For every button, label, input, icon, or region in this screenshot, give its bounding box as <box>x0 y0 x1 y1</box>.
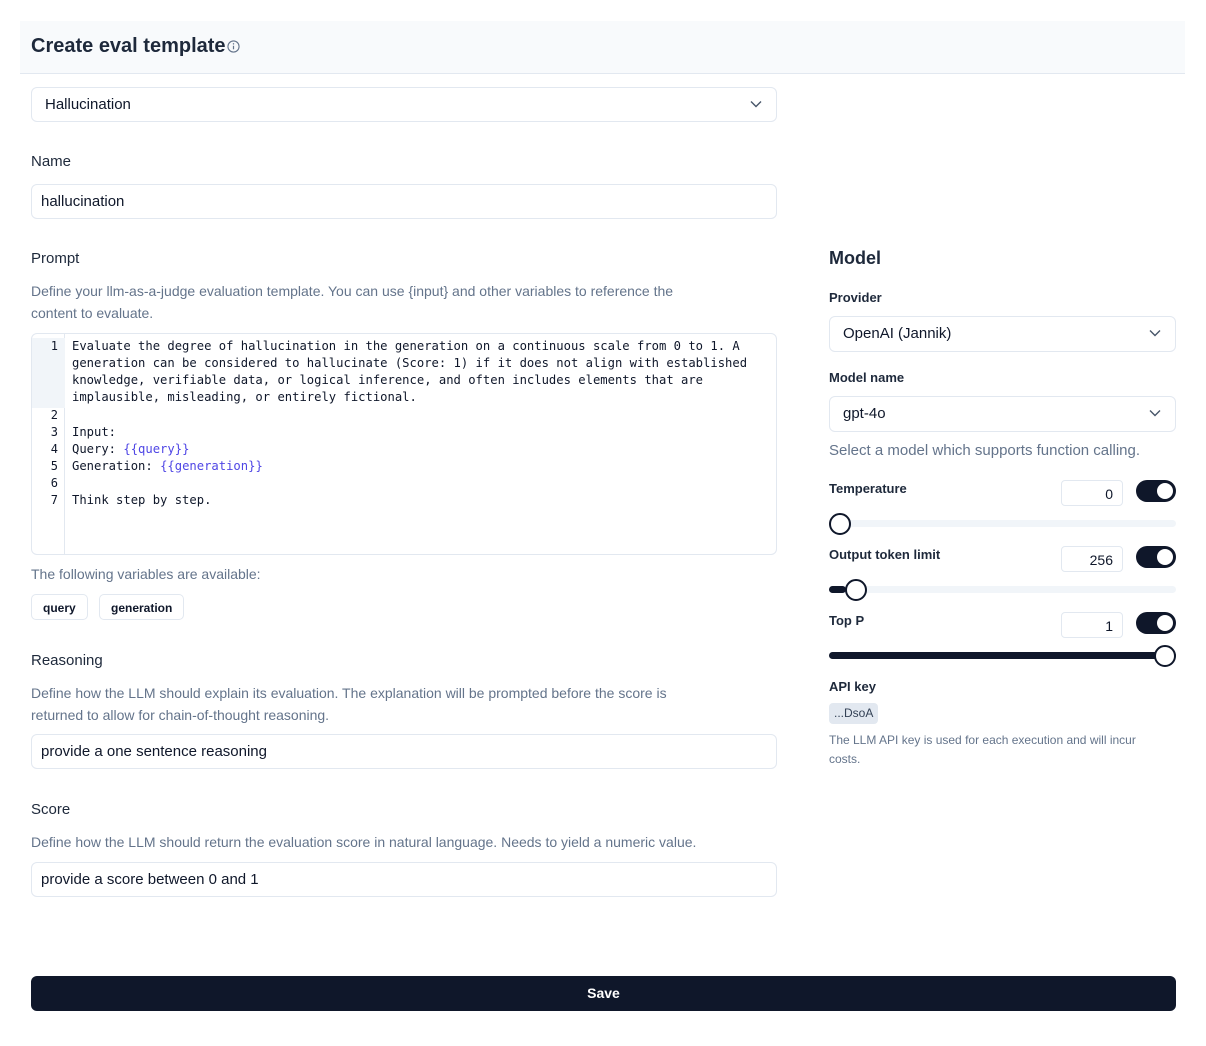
temperature-slider-thumb[interactable] <box>829 513 851 535</box>
code-line: knowledge, verifiable data, or logical i… <box>72 373 704 387</box>
model-hint: Select a model which supports function c… <box>829 442 1141 459</box>
line-number: 4 <box>50 442 58 456</box>
temperature-label: Temperature <box>829 481 907 496</box>
variable-chip-generation[interactable]: generation <box>99 594 185 620</box>
model-name-select[interactable]: gpt-4o <box>829 396 1176 432</box>
line-number: 5 <box>50 459 58 473</box>
toggle-knob <box>1157 615 1173 631</box>
temperature-slider-track[interactable] <box>829 520 1176 527</box>
code-line: Think step by step. <box>72 493 212 507</box>
top-p-slider-track[interactable] <box>829 652 1176 659</box>
template-select[interactable]: Hallucination <box>31 87 777 122</box>
line-number: 3 <box>50 425 58 439</box>
reasoning-input[interactable]: provide a one sentence reasoning <box>31 734 777 769</box>
top-p-slider-fill <box>829 652 1176 659</box>
top-p-slider-thumb[interactable] <box>1154 645 1176 667</box>
code-line: Input: <box>72 425 117 439</box>
temperature-input[interactable]: 0 <box>1061 480 1123 506</box>
toggle-knob <box>1157 549 1173 565</box>
score-description: Define how the LLM should return the eva… <box>31 834 697 850</box>
temperature-toggle[interactable] <box>1136 480 1176 502</box>
code-line: generation can be considered to hallucin… <box>72 356 748 370</box>
template-variable: {{query}} <box>123 442 190 456</box>
reasoning-description: Define how the LLM should explain its ev… <box>31 682 791 726</box>
page-header: Create eval template <box>20 21 1185 74</box>
score-label: Score <box>31 801 71 818</box>
reasoning-description-line: Define how the LLM should explain its ev… <box>31 685 667 701</box>
template-variable: {{generation}} <box>160 459 263 473</box>
line-number: 2 <box>50 408 58 422</box>
code-line: Generation: {{generation}} <box>72 458 263 475</box>
code-line: Evaluate the degree of hallucination in … <box>72 339 740 353</box>
score-input[interactable]: provide a score between 0 and 1 <box>31 862 777 897</box>
code-line: implausible, misleading, or entirely fic… <box>72 390 417 404</box>
line-number: 1 <box>50 339 58 353</box>
output-token-limit-input[interactable]: 256 <box>1061 546 1123 572</box>
code-line: Query: {{query}} <box>72 441 189 458</box>
model-title: Model <box>829 248 881 268</box>
provider-select-value: OpenAI (Jannik) <box>843 325 952 342</box>
save-button[interactable]: Save <box>31 976 1176 1011</box>
template-select-value: Hallucination <box>45 96 131 113</box>
api-key-description-line: costs. <box>829 752 861 766</box>
variable-chip-query[interactable]: query <box>31 594 88 620</box>
api-key-badge: ...DsoA <box>829 703 879 724</box>
prompt-description-line: content to evaluate. <box>31 305 154 321</box>
api-key-label: API key <box>829 679 876 694</box>
name-label: Name <box>31 153 72 170</box>
output-token-limit-label: Output token limit <box>829 547 941 562</box>
top-p-label: Top P <box>829 613 865 628</box>
top-p-input[interactable]: 1 <box>1061 612 1123 638</box>
toggle-knob <box>1157 483 1173 499</box>
page-title: Create eval template <box>31 35 226 57</box>
chevron-down-icon <box>1149 330 1161 337</box>
prompt-label: Prompt <box>31 250 80 267</box>
reasoning-description-line: returned to allow for chain-of-thought r… <box>31 707 330 723</box>
provider-label: Provider <box>829 290 882 305</box>
prompt-description: Define your llm-as-a-judge evaluation te… <box>31 280 791 324</box>
prompt-editor[interactable]: 1 2 3 4 5 6 7 Evaluate the degree of hal… <box>31 333 777 555</box>
api-key-description-line: The LLM API key is used for each executi… <box>829 733 1136 747</box>
provider-select[interactable]: OpenAI (Jannik) <box>829 316 1176 352</box>
output-token-limit-slider-fill <box>829 586 847 593</box>
top-p-toggle[interactable] <box>1136 612 1176 634</box>
api-key-description: The LLM API key is used for each executi… <box>829 731 1179 769</box>
line-number: 7 <box>50 493 58 507</box>
variables-label: The following variables are available: <box>31 566 261 582</box>
model-name-label: Model name <box>829 370 905 385</box>
chevron-down-icon <box>1149 410 1161 417</box>
code-text: Query: <box>72 442 124 456</box>
reasoning-label: Reasoning <box>31 652 103 669</box>
model-name-select-value: gpt-4o <box>843 405 886 422</box>
name-input[interactable]: hallucination <box>31 184 777 219</box>
output-token-limit-toggle[interactable] <box>1136 546 1176 568</box>
line-number: 6 <box>50 476 58 490</box>
prompt-description-line: Define your llm-as-a-judge evaluation te… <box>31 283 674 299</box>
info-icon[interactable] <box>227 40 240 53</box>
output-token-limit-slider-thumb[interactable] <box>845 579 868 601</box>
chevron-down-icon <box>750 101 762 108</box>
output-token-limit-slider-track[interactable] <box>829 586 1176 593</box>
code-text: Generation: <box>72 459 161 473</box>
